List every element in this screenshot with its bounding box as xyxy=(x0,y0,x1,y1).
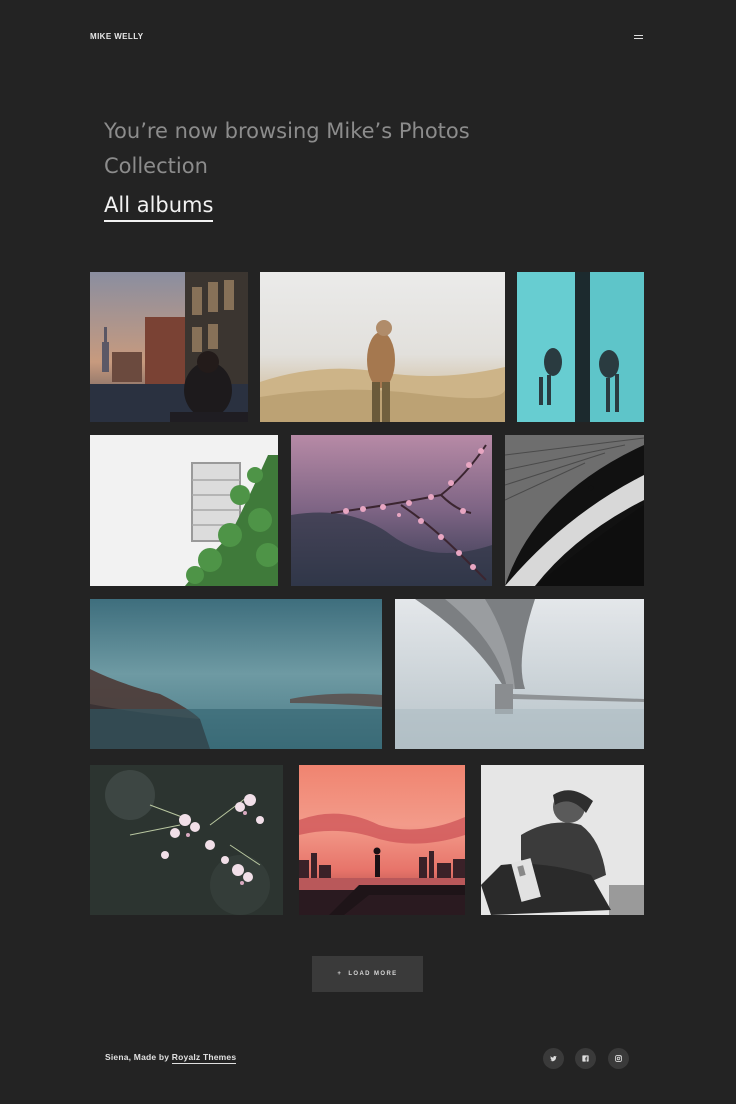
gallery-photo-city-hotel[interactable] xyxy=(90,272,248,422)
gallery-photo-white-flowers[interactable] xyxy=(90,765,283,915)
gallery-photo-pink-blossom[interactable] xyxy=(291,435,492,586)
site-brand[interactable]: MIKE WELLY xyxy=(90,32,143,41)
footer-credit: Siena, Made by Royalz Themes xyxy=(105,1052,237,1064)
instagram-icon[interactable] xyxy=(608,1048,629,1069)
gallery-photo-pink-sunset[interactable] xyxy=(299,765,465,915)
facebook-icon[interactable] xyxy=(575,1048,596,1069)
plus-icon: + xyxy=(337,971,343,977)
menu-line xyxy=(634,38,643,39)
royalz-themes-link[interactable]: Royalz Themes xyxy=(171,1052,237,1064)
load-more-button[interactable]: + LOAD MORE xyxy=(312,956,423,992)
gallery-photo-misty-coast[interactable] xyxy=(90,599,382,749)
menu-line xyxy=(634,35,643,36)
twitter-icon[interactable] xyxy=(543,1048,564,1069)
gallery-photo-grass-field[interactable] xyxy=(260,272,505,422)
gallery-photo-ivy-window[interactable] xyxy=(90,435,278,586)
load-more-label: LOAD MORE xyxy=(348,971,398,977)
all-albums-link[interactable]: All albums xyxy=(104,192,214,222)
gallery-photo-bridge[interactable] xyxy=(395,599,644,749)
gallery-photo-bw-portrait[interactable] xyxy=(481,765,644,915)
gallery-photo-curved-stairs[interactable] xyxy=(505,435,644,586)
hamburger-menu-icon[interactable] xyxy=(632,33,644,41)
gallery-photo-swimmers-glass[interactable] xyxy=(517,272,644,422)
hero-heading: You’re now browsing Mike’s Photos Collec… xyxy=(104,119,470,178)
footer-credit-prefix: Siena, Made by xyxy=(105,1052,170,1062)
